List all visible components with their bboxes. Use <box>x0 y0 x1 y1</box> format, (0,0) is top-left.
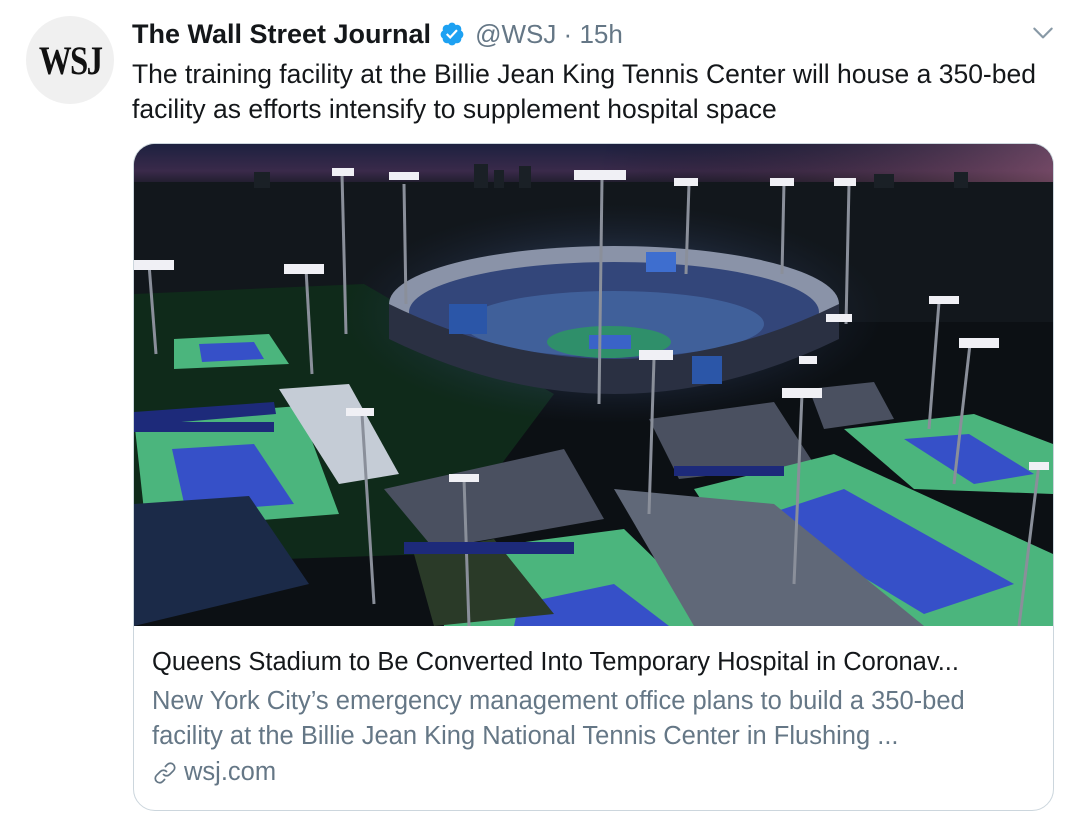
handle-and-timestamp[interactable]: @WSJ · 15h <box>475 19 623 50</box>
card-title: Queens Stadium to Be Converted Into Temp… <box>152 648 959 676</box>
author-name[interactable]: The Wall Street Journal <box>132 19 431 50</box>
link-preview-card[interactable]: Queens Stadium to Be Converted Into Temp… <box>133 143 1054 811</box>
tweet-header: The Wall Street Journal @WSJ · 15h <box>132 14 623 54</box>
verified-badge-icon <box>440 22 464 46</box>
card-domain-link[interactable]: wsj.com <box>152 758 276 787</box>
card-image[interactable] <box>134 144 1053 626</box>
avatar[interactable]: WSJ <box>26 16 114 104</box>
card-description: New York City’s emergency management off… <box>152 687 965 750</box>
chevron-down-icon[interactable] <box>1030 20 1056 46</box>
card-domain: wsj.com <box>184 758 277 786</box>
tweet-text: The training facility at the Billie Jean… <box>132 59 1036 124</box>
avatar-logo-text: WSJ <box>38 37 103 83</box>
link-icon <box>154 761 176 784</box>
